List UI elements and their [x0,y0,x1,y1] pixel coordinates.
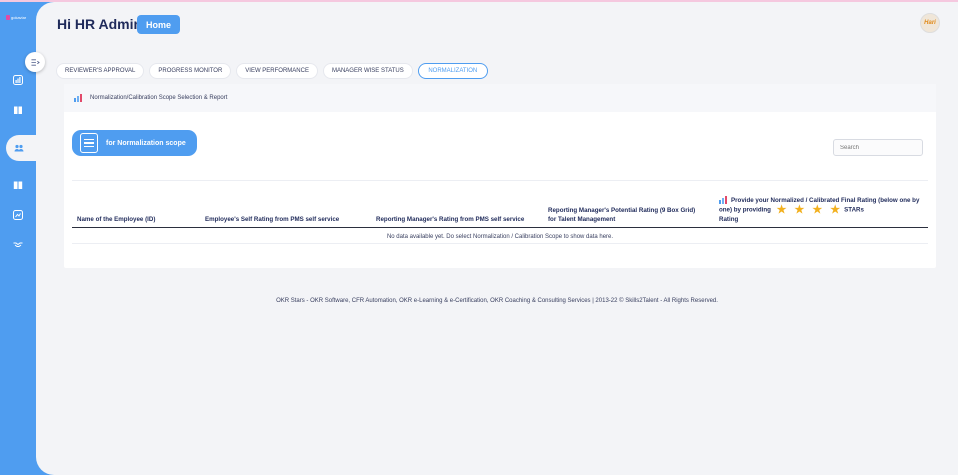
normalization-card: Normalization/Calibration Scope Selectio… [64,84,936,268]
column-potential-rating: Reporting Manager's Potential Rating (9 … [548,207,696,223]
tab-normalization[interactable]: NORMALIZATION [417,63,488,79]
star-icon: ★ [830,204,841,216]
bar-chart-icon [74,94,82,102]
search-input[interactable] [833,139,923,156]
brand-name: gokaviar [11,15,27,20]
menu-collapse-icon [30,58,40,66]
final-rating-suffix: STARs [844,206,864,214]
sidebar-item-reports[interactable] [12,209,24,221]
card-header: Normalization/Calibration Scope Selectio… [64,84,936,112]
tab-view-performance[interactable]: VIEW PERFORMANCE [236,63,318,79]
tab-reviewers-approval[interactable]: REVIEWER'S APPROVAL [56,63,145,79]
column-employee-name: Name of the Employee (ID) [77,216,156,223]
brand-logo[interactable]: gokaviar [6,15,26,20]
main-panel: Hi HR Admin Home Hari REVIEWER'S APPROVA… [36,2,958,475]
column-manager-rating: Reporting Manager's Rating from PMS self… [376,216,525,223]
report-icon [13,210,23,220]
tab-progress-monitor[interactable]: PROGRESS MONITOR [149,63,232,79]
chart-icon [13,75,23,85]
sidebar-item-users[interactable] [13,142,25,154]
column-final-rating: Provide your Normalized / Calibrated Fin… [719,196,924,224]
checklist-icon [80,133,98,153]
sidebar-item-learning[interactable] [12,179,24,191]
star-icon: ★ [812,204,823,216]
sidebar-item-dashboard[interactable] [12,74,24,86]
section-divider [72,180,928,181]
page-greeting: Hi HR Admin [57,16,143,32]
handshake-icon [13,242,23,247]
tab-bar: REVIEWER'S APPROVAL PROGRESS MONITOR VIE… [56,63,488,79]
brand-mark-icon [6,15,10,20]
sidebar-toggle-button[interactable] [25,52,45,72]
footer: OKR Stars - OKR Software, CFR Automation… [276,298,718,304]
star-icon: ★ [776,204,787,216]
card-title: Normalization/Calibration Scope Selectio… [90,95,228,101]
normalization-scope-button[interactable]: for Normalization scope [72,130,197,156]
avatar[interactable]: Hari [920,13,940,33]
sidebar: gokaviar [0,2,42,475]
sidebar-item-library[interactable] [12,104,24,116]
users-icon [14,144,24,152]
tab-manager-wise-status[interactable]: MANAGER WISE STATUS [322,63,413,79]
table-header: Name of the Employee (ID) Employee's Sel… [72,184,928,228]
bar-chart-icon [719,196,727,205]
home-button[interactable]: Home [137,15,180,34]
book-open-icon [13,181,23,189]
final-rating-tail: Rating [719,216,739,223]
star-icon: ★ [794,204,805,216]
book-icon [14,106,22,114]
star-rating-legend: ★ ★ ★ ★ [776,204,841,216]
column-self-rating: Employee's Self Rating from PMS self ser… [205,216,340,223]
scope-button-label: for Normalization scope [106,139,186,147]
sidebar-item-coaching[interactable] [12,238,24,250]
empty-table-message: No data available yet. Do select Normali… [72,230,928,244]
